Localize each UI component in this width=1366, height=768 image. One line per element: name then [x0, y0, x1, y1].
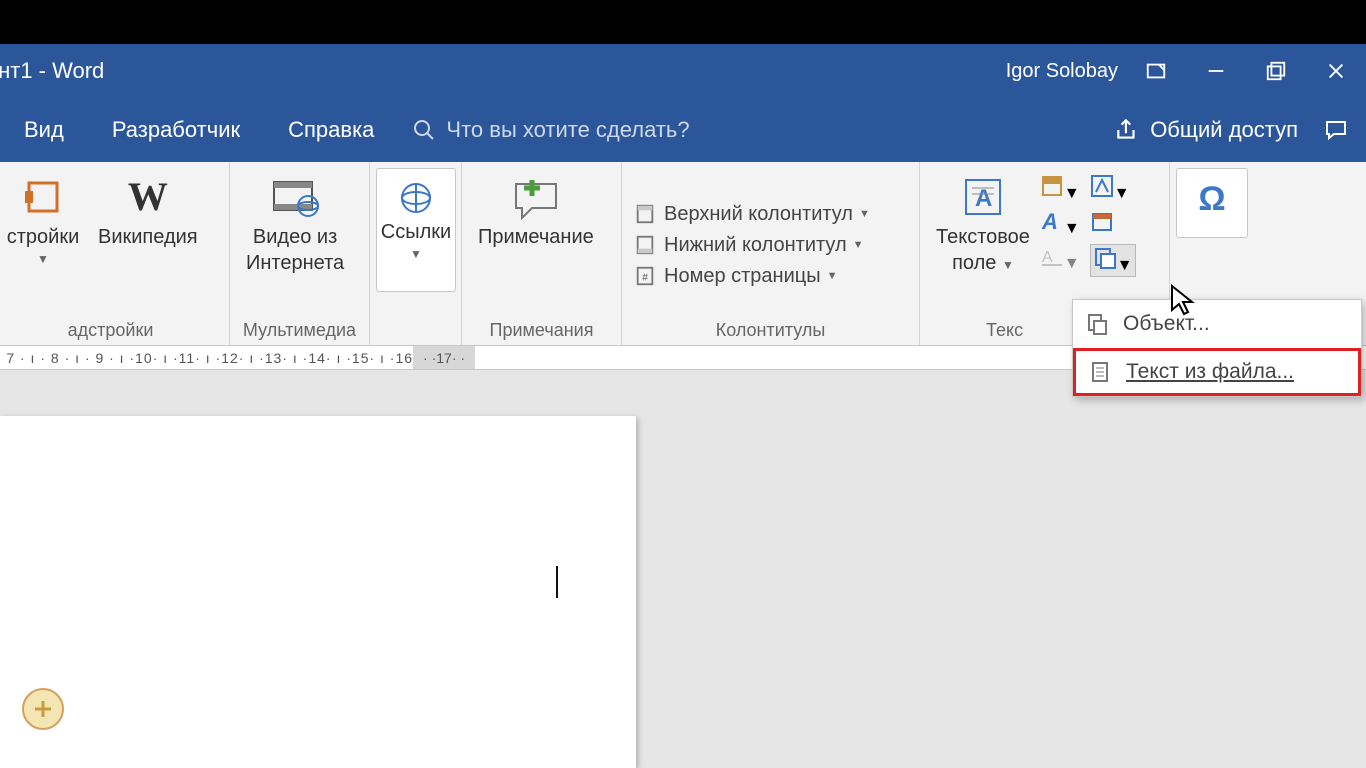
omega-icon: Ω	[1198, 177, 1225, 221]
header-icon	[634, 203, 656, 225]
date-time-button[interactable]	[1090, 209, 1114, 238]
ribbon-tabs: Вид Разработчик Справка Что вы хотите сд…	[0, 98, 1366, 162]
comment-icon	[1322, 118, 1350, 142]
svg-text:A: A	[1041, 209, 1058, 233]
drop-cap-button[interactable]: A▼	[1040, 209, 1080, 238]
chevron-down-icon: ▼	[1002, 258, 1014, 272]
addins-icon	[23, 177, 63, 217]
minimize-button[interactable]	[1186, 44, 1246, 98]
signature-icon: A	[1040, 244, 1064, 268]
footer-icon	[634, 234, 656, 256]
share-icon	[1114, 117, 1140, 143]
object-button[interactable]: ▼	[1090, 244, 1136, 277]
links-button[interactable]: Ссылки ▼	[376, 168, 456, 292]
signature-line-button[interactable]: A▼	[1040, 244, 1080, 277]
wikipedia-button[interactable]: W Википедия	[88, 168, 208, 250]
tell-me-placeholder: Что вы хотите сделать?	[446, 117, 689, 143]
mouse-cursor-icon	[1170, 284, 1198, 318]
footer-button[interactable]: Нижний колонтитул▼	[628, 232, 870, 259]
group-label-addins: адстройки	[0, 318, 223, 345]
svg-text:#: #	[642, 273, 648, 284]
record-indicator-icon	[22, 688, 64, 730]
new-comment-button[interactable]: Примечание	[468, 168, 604, 250]
group-label-media: Мультимедиа	[236, 318, 363, 345]
tab-help[interactable]: Справка	[264, 98, 398, 162]
svg-text:A: A	[975, 185, 992, 212]
wordart-icon	[1090, 174, 1114, 198]
wikipedia-icon: W	[128, 171, 168, 223]
object-icon	[1085, 312, 1109, 336]
new-comment-icon	[508, 174, 564, 220]
chevron-down-icon: ▼	[853, 239, 864, 251]
group-label-headerfooter: Колонтитулы	[628, 318, 913, 345]
online-video-button[interactable]: Видео из Интернета	[236, 168, 354, 276]
document-canvas[interactable]	[0, 370, 1366, 768]
chevron-down-icon: ▼	[410, 247, 422, 263]
object-icon	[1093, 246, 1117, 270]
top-black-bar	[0, 0, 1366, 44]
globe-icon	[398, 180, 434, 216]
close-button[interactable]	[1306, 44, 1366, 98]
page-number-button[interactable]: # Номер страницы▼	[628, 263, 843, 290]
share-label: Общий доступ	[1150, 117, 1298, 143]
svg-text:A: A	[1042, 249, 1053, 266]
app-title: умент1 - Word	[0, 58, 104, 84]
chevron-down-icon: ▼	[859, 208, 870, 220]
object-dropdown-menu: Объект... Текст из файла...	[1072, 299, 1362, 397]
comments-pane-button[interactable]	[1306, 118, 1366, 142]
symbols-button[interactable]: Ω	[1176, 168, 1248, 238]
maximize-button[interactable]	[1246, 44, 1306, 98]
text-cursor	[556, 566, 558, 598]
text-box-button[interactable]: A Текстовое поле ▼	[926, 168, 1040, 276]
menu-item-object[interactable]: Объект...	[1073, 300, 1361, 348]
share-button[interactable]: Общий доступ	[1114, 117, 1306, 143]
text-file-icon	[1088, 360, 1112, 384]
tell-me-search[interactable]: Что вы хотите сделать?	[412, 117, 689, 143]
my-addins-button[interactable]: стройки ▼	[0, 168, 88, 268]
tab-developer[interactable]: Разработчик	[88, 98, 264, 162]
quick-parts-button[interactable]: ▼	[1040, 174, 1080, 203]
drop-cap-icon: A	[1040, 209, 1064, 233]
date-time-icon	[1090, 209, 1114, 233]
tab-view[interactable]: Вид	[0, 98, 88, 162]
group-label-comments: Примечания	[468, 318, 615, 345]
video-icon	[270, 176, 320, 218]
menu-item-text-from-file[interactable]: Текст из файла...	[1073, 348, 1361, 396]
search-icon	[412, 118, 436, 142]
ribbon-display-options-button[interactable]	[1126, 44, 1186, 98]
wordart-button[interactable]: ▼	[1090, 174, 1130, 203]
page-number-icon: #	[634, 265, 656, 287]
chevron-down-icon: ▼	[37, 252, 49, 268]
chevron-down-icon: ▼	[827, 270, 838, 282]
quick-parts-icon	[1040, 174, 1064, 198]
title-bar: умент1 - Word Igor Solobay	[0, 44, 1366, 98]
user-name[interactable]: Igor Solobay	[1006, 60, 1118, 83]
text-box-icon: A	[962, 176, 1004, 218]
header-button[interactable]: Верхний колонтитул▼	[628, 201, 876, 228]
document-page[interactable]	[0, 416, 636, 768]
